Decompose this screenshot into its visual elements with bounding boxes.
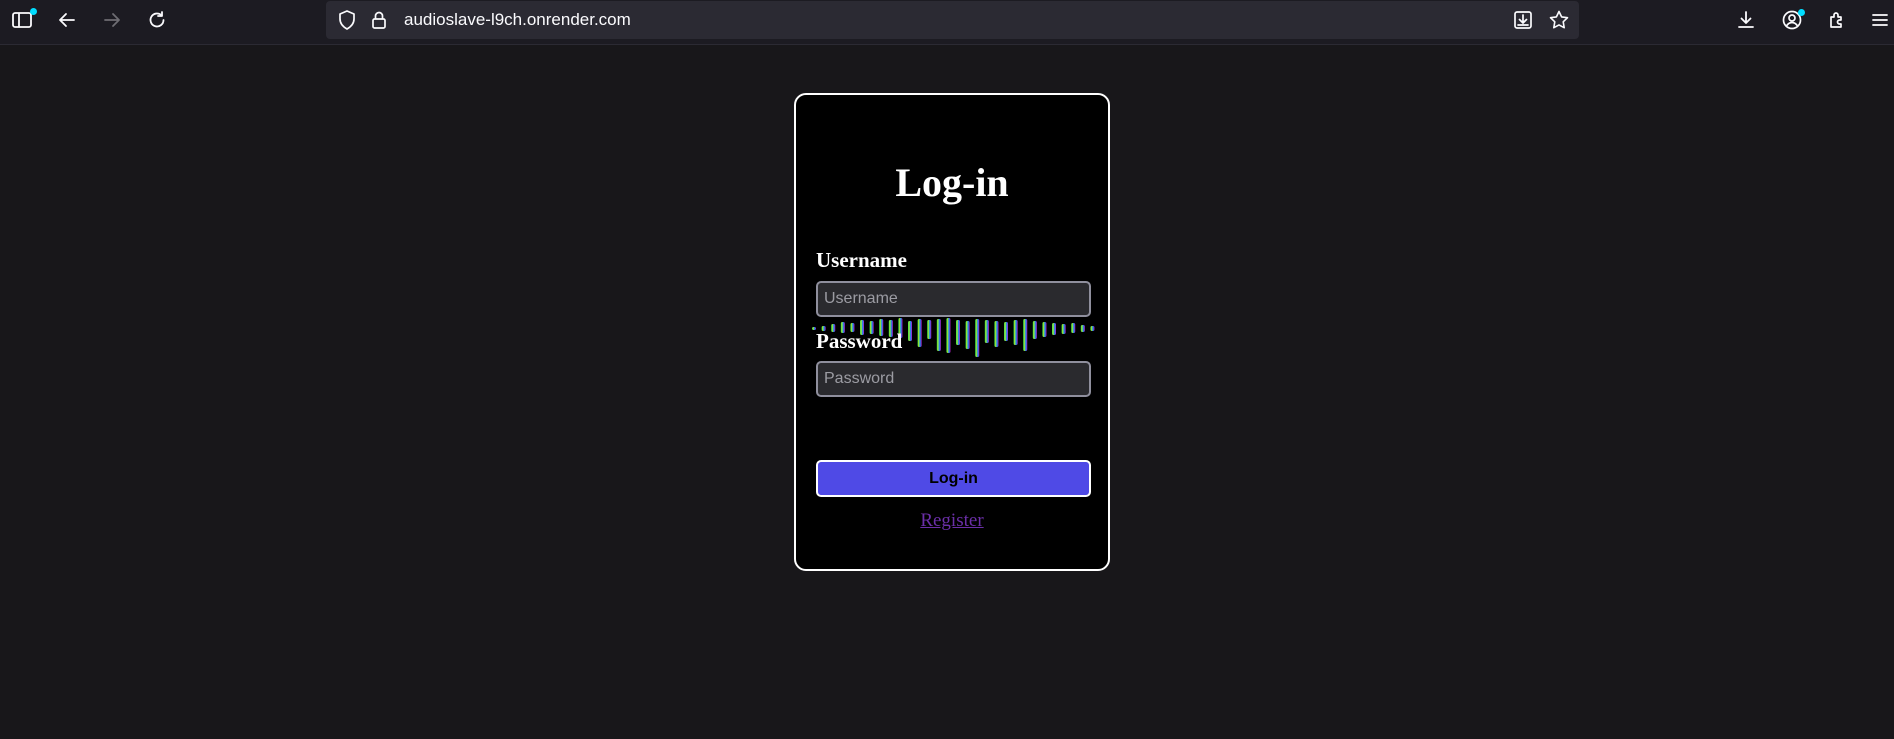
puzzle-icon [1830, 12, 1842, 28]
sidebar-toggle-button[interactable] [4, 4, 40, 36]
url-bar[interactable]: audioslave-l9ch.onrender.com [326, 1, 1579, 39]
page-title: Log-in [895, 160, 1009, 205]
back-button[interactable] [49, 4, 85, 36]
arrow-right-icon [104, 13, 120, 27]
password-label: Password [816, 329, 903, 353]
download-icon [1738, 11, 1754, 28]
star-icon[interactable] [1548, 9, 1570, 31]
menu-button[interactable] [1862, 4, 1894, 36]
lock-icon[interactable] [368, 9, 390, 31]
hamburger-icon [1872, 14, 1888, 26]
forward-button[interactable] [94, 4, 130, 36]
browser-toolbar: audioslave-l9ch.onrender.com [0, 0, 1894, 45]
save-page-icon[interactable] [1512, 9, 1534, 31]
reload-button[interactable] [139, 4, 175, 36]
notification-dot [30, 8, 37, 15]
extensions-button[interactable] [1819, 4, 1855, 36]
reload-icon [149, 11, 165, 28]
url-text[interactable]: audioslave-l9ch.onrender.com [404, 10, 631, 30]
register-link[interactable]: Register [796, 510, 1108, 532]
login-card: Log-in Username Password Log-in Register [794, 93, 1110, 571]
username-label: Username [816, 248, 907, 272]
account-notification-dot [1798, 9, 1805, 16]
downloads-button[interactable] [1728, 4, 1764, 36]
password-input[interactable] [816, 361, 1091, 397]
account-button[interactable] [1774, 4, 1810, 36]
arrow-left-icon [59, 13, 75, 27]
login-button[interactable]: Log-in [816, 460, 1091, 497]
shield-icon[interactable] [336, 9, 358, 31]
